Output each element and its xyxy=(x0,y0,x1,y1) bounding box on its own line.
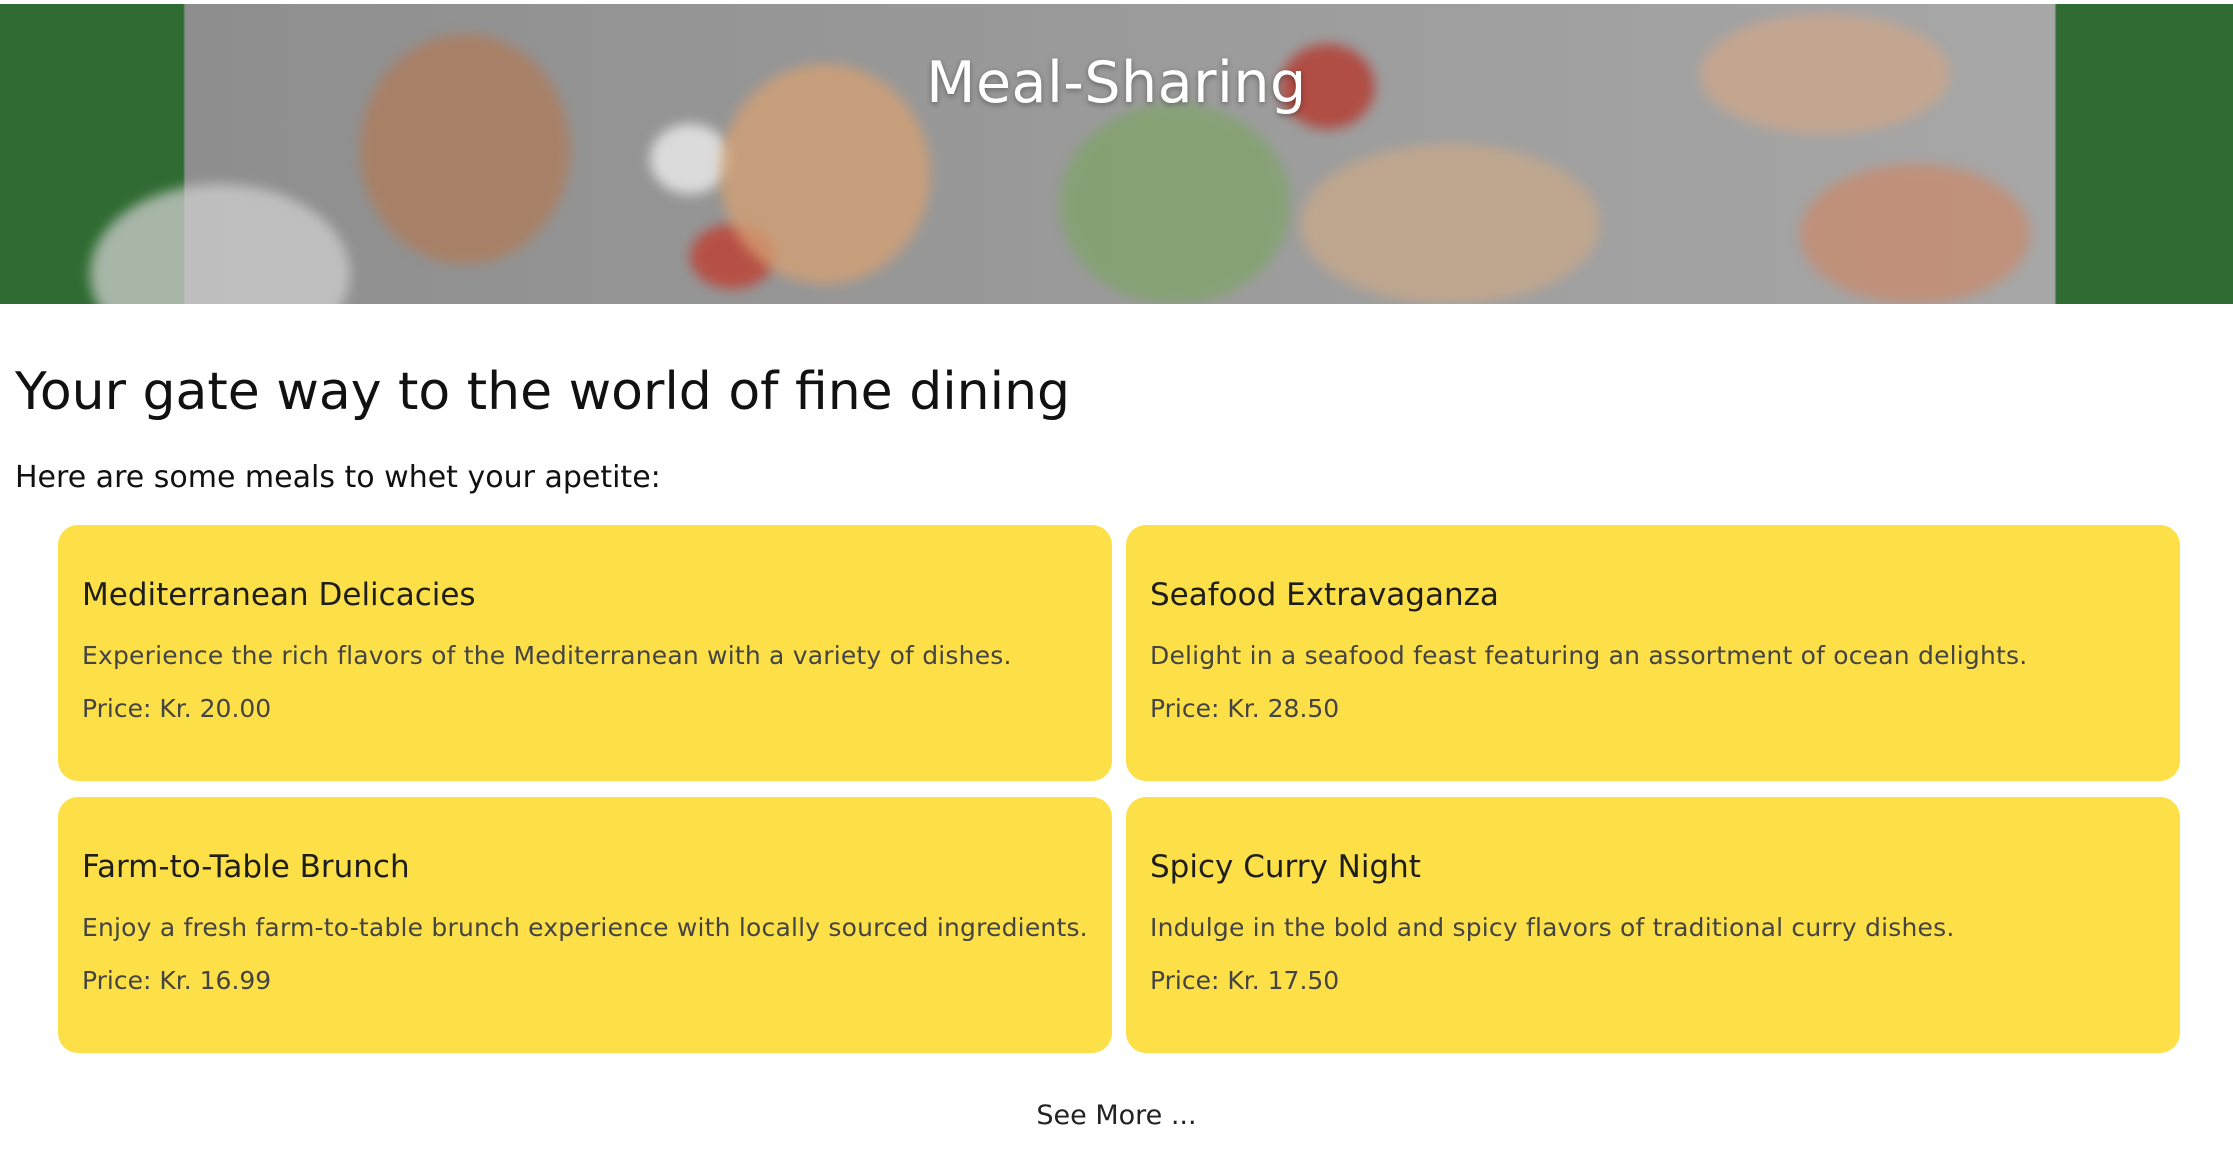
meal-card[interactable]: Mediterranean Delicacies Experience the … xyxy=(58,525,1112,781)
intro-text: Here are some meals to whet your apetite… xyxy=(15,460,661,495)
meal-card[interactable]: Seafood Extravaganza Delight in a seafoo… xyxy=(1126,525,2180,781)
meal-description: Indulge in the bold and spicy flavors of… xyxy=(1150,913,1955,943)
hero-image-salad xyxy=(1060,104,1290,304)
meal-title: Mediterranean Delicacies xyxy=(82,577,476,613)
meal-price: Price: Kr. 28.50 xyxy=(1150,694,1340,724)
see-more-link[interactable]: See More ... xyxy=(0,1100,2233,1131)
hero-image-sandwich xyxy=(1800,164,2030,304)
hero-banner: Meal-Sharing xyxy=(0,4,2233,304)
hero-image-bowl xyxy=(90,184,350,304)
meal-card[interactable]: Spicy Curry Night Indulge in the bold an… xyxy=(1126,797,2180,1053)
meal-title: Spicy Curry Night xyxy=(1150,849,1421,885)
meal-title: Seafood Extravaganza xyxy=(1150,577,1499,613)
hero-image-platter xyxy=(1300,144,1600,304)
meal-title: Farm-to-Table Brunch xyxy=(82,849,410,885)
meal-description: Experience the rich flavors of the Medit… xyxy=(82,641,1012,671)
meal-grid: Mediterranean Delicacies Experience the … xyxy=(58,525,2180,1053)
page-headline: Your gate way to the world of fine dinin… xyxy=(15,362,1071,422)
site-title: Meal-Sharing xyxy=(926,50,1307,116)
meal-card[interactable]: Farm-to-Table Brunch Enjoy a fresh farm-… xyxy=(58,797,1112,1053)
meal-description: Enjoy a fresh farm-to-table brunch exper… xyxy=(82,913,1088,943)
meal-price: Price: Kr. 16.99 xyxy=(82,966,272,996)
meal-price: Price: Kr. 17.50 xyxy=(1150,966,1340,996)
meal-description: Delight in a seafood feast featuring an … xyxy=(1150,641,2028,671)
hero-image-sauce xyxy=(650,124,730,194)
meal-price: Price: Kr. 20.00 xyxy=(82,694,272,724)
